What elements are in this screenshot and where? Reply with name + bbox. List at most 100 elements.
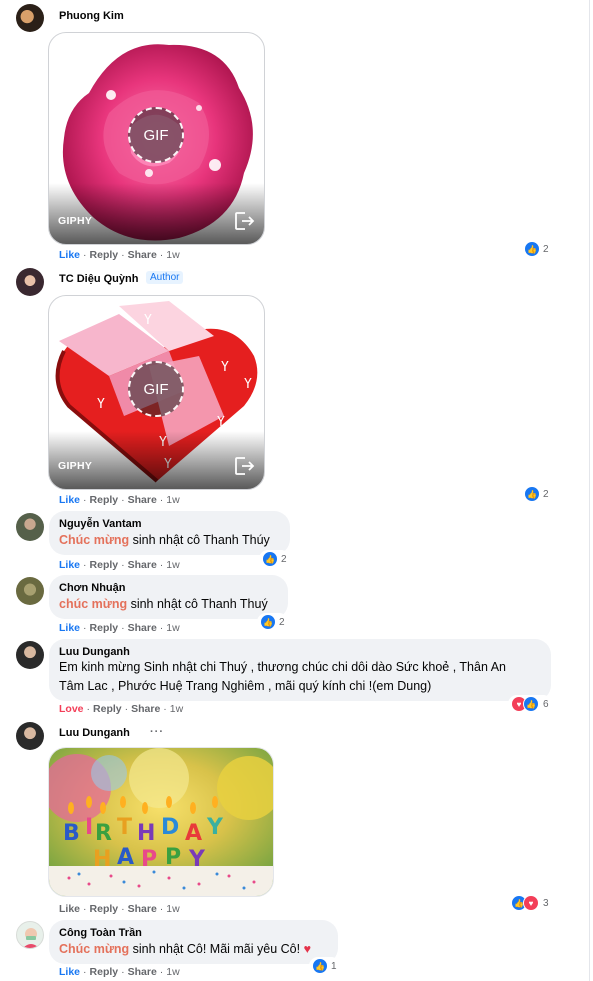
avatar[interactable]: [16, 577, 44, 605]
avatar[interactable]: [16, 921, 44, 949]
like-button[interactable]: Like: [59, 966, 80, 978]
like-button[interactable]: Like: [59, 494, 80, 506]
share-out-icon[interactable]: [233, 455, 255, 477]
avatar[interactable]: [16, 722, 44, 750]
svg-text:Y: Y: [97, 397, 105, 412]
share-button[interactable]: Share: [131, 703, 160, 715]
reply-button[interactable]: Reply: [90, 622, 119, 634]
reply-button[interactable]: Reply: [90, 494, 119, 506]
heart-emoji: ♥: [303, 942, 311, 956]
reply-button[interactable]: Reply: [90, 903, 119, 915]
comment-actions: Love · Reply · Share · 1w: [59, 703, 184, 715]
svg-text:A: A: [117, 845, 134, 870]
gif-badge: GIF: [128, 107, 184, 163]
share-button[interactable]: Share: [128, 494, 157, 506]
like-button[interactable]: Like: [59, 559, 80, 571]
share-button[interactable]: Share: [128, 622, 157, 634]
timestamp[interactable]: 1w: [170, 703, 183, 715]
comment-author[interactable]: Nguyễn Vantam: [59, 518, 142, 530]
comment-actions: Like · Reply · Share · 1w: [59, 559, 180, 571]
gif-attachment[interactable]: GIF GIPHY: [48, 32, 265, 245]
like-icon: 👍: [262, 551, 278, 567]
avatar-illustration: [23, 928, 39, 948]
like-icon: 👍: [260, 614, 276, 630]
svg-text:Y: Y: [188, 847, 206, 872]
avatar[interactable]: [16, 513, 44, 541]
giphy-label: GIPHY: [58, 215, 93, 227]
svg-text:T: T: [117, 815, 132, 840]
comment-actions: Like · Reply · Share · 1w: [59, 494, 180, 506]
reaction-summary[interactable]: 👍 ♥ 3: [508, 894, 552, 912]
image-attachment[interactable]: B I R T H D A Y H A P P Y: [48, 747, 274, 897]
svg-text:R: R: [95, 821, 112, 846]
svg-text:P: P: [165, 845, 181, 870]
gif-attachment[interactable]: Y Y Y Y Y Y Y GIF GIPHY: [48, 295, 265, 490]
svg-text:Y: Y: [217, 415, 225, 430]
like-button[interactable]: Like: [59, 903, 80, 915]
reaction-summary[interactable]: 👍 2: [521, 240, 552, 258]
reply-button[interactable]: Reply: [90, 559, 119, 571]
like-icon: 👍: [523, 696, 539, 712]
comment-text-line-1: Em kinh mừng Sinh nhật chi Thuý , thương…: [59, 660, 506, 674]
comment-bubble: Chơn Nhuận chúc mừng sinh nhật cô Thanh …: [49, 575, 288, 619]
comment-actions: Like · Reply · Share · 1w: [59, 622, 180, 634]
timestamp[interactable]: 1w: [166, 249, 179, 261]
tag-text: chúc mừng: [59, 597, 128, 611]
like-icon: 👍: [312, 958, 328, 974]
comment-author[interactable]: TC Diệu Quỳnh: [59, 273, 138, 285]
comment-author[interactable]: Công Toàn Trần: [59, 927, 142, 939]
avatar[interactable]: [16, 268, 44, 296]
svg-text:Y: Y: [244, 377, 252, 392]
comment-author[interactable]: Phuong Kim: [59, 10, 124, 22]
like-icon: 👍: [524, 241, 540, 257]
share-button[interactable]: Share: [128, 903, 157, 915]
reaction-summary[interactable]: 👍 2: [259, 550, 290, 568]
reply-button[interactable]: Reply: [93, 703, 122, 715]
timestamp[interactable]: 1w: [166, 559, 179, 571]
comment-text: chúc mừng sinh nhật cô Thanh Thuý: [59, 597, 268, 611]
svg-text:P: P: [141, 847, 157, 872]
share-button[interactable]: Share: [128, 249, 157, 261]
comment-actions: Like · Reply · Share · 1w: [59, 249, 180, 261]
reaction-summary[interactable]: 👍 2: [521, 485, 552, 503]
comment-author[interactable]: Luu Dunganh: [59, 727, 130, 739]
comment-actions: Like · Reply · Share · 1w: [59, 903, 180, 915]
share-out-icon[interactable]: [233, 210, 255, 232]
giphy-label: GIPHY: [58, 460, 93, 472]
comment-text-line-2: Tâm Lac , Phước Huệ Trang Nghiêm , mãi q…: [59, 679, 432, 693]
svg-text:B: B: [63, 821, 80, 846]
love-icon: ♥: [523, 895, 539, 911]
comment-bubble: Luu Dunganh Em kinh mừng Sinh nhật chi T…: [49, 639, 551, 701]
timestamp[interactable]: 1w: [166, 622, 179, 634]
like-button[interactable]: Like: [59, 622, 80, 634]
share-button[interactable]: Share: [128, 966, 157, 978]
timestamp[interactable]: 1w: [166, 903, 179, 915]
birthday-candles-image: B I R T H D A Y H A P P Y: [49, 748, 273, 896]
avatar[interactable]: [16, 4, 44, 32]
love-button[interactable]: Love: [59, 703, 84, 715]
like-button[interactable]: Like: [59, 249, 80, 261]
reply-button[interactable]: Reply: [90, 249, 119, 261]
svg-text:Y: Y: [221, 360, 229, 375]
svg-text:I: I: [85, 815, 93, 840]
comment-bubble: Công Toàn Trần Chúc mừng sinh nhật Cô! M…: [49, 920, 338, 964]
like-icon: 👍: [524, 486, 540, 502]
gif-badge: GIF: [128, 361, 184, 417]
reaction-summary[interactable]: ♥ 👍 6: [508, 695, 552, 713]
reaction-summary[interactable]: 👍 2: [257, 613, 288, 631]
tag-text: Chúc mừng: [59, 942, 130, 956]
comment-author[interactable]: Luu Dunganh: [59, 646, 130, 658]
share-button[interactable]: Share: [128, 559, 157, 571]
more-options-icon[interactable]: ···: [150, 726, 164, 738]
comment-author[interactable]: Chơn Nhuận: [59, 582, 125, 594]
author-badge: Author: [146, 271, 184, 284]
avatar[interactable]: [16, 641, 44, 669]
svg-text:D: D: [161, 815, 179, 840]
tag-text: Chúc mừng: [59, 533, 130, 547]
timestamp[interactable]: 1w: [166, 494, 179, 506]
comment-actions: Like · Reply · Share · 1w: [59, 966, 180, 978]
timestamp[interactable]: 1w: [166, 966, 179, 978]
reaction-summary[interactable]: 👍 1: [309, 957, 340, 975]
svg-text:H: H: [137, 821, 155, 846]
reply-button[interactable]: Reply: [90, 966, 119, 978]
